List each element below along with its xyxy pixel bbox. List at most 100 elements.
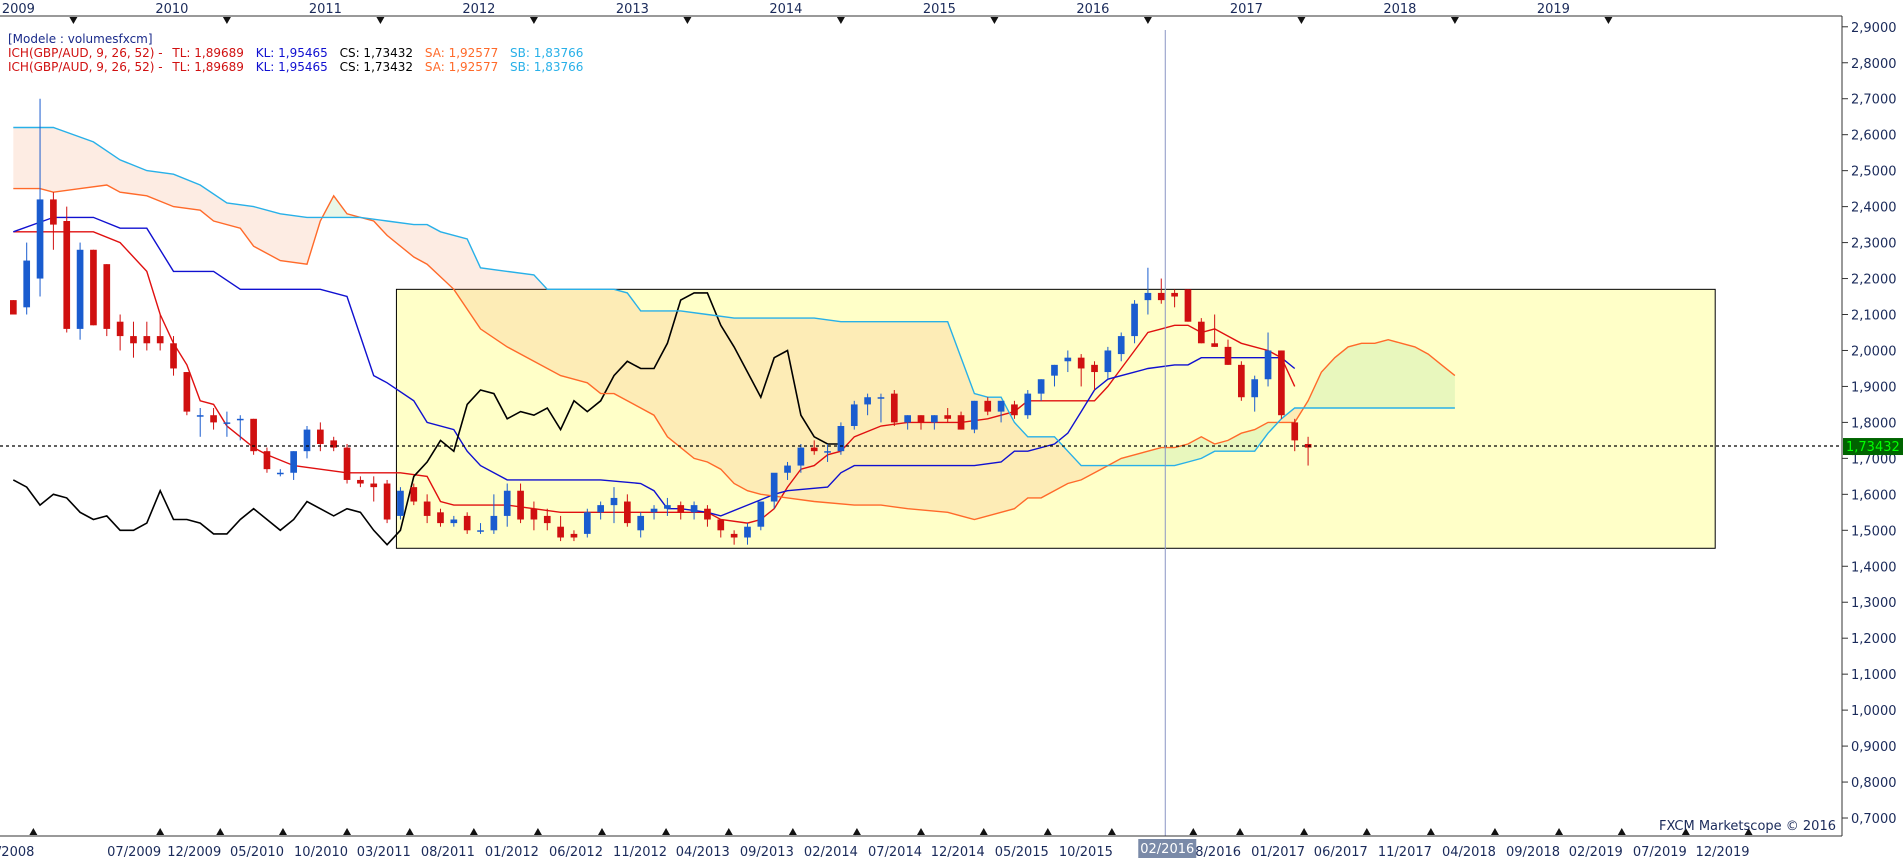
candle-body	[704, 508, 711, 520]
candle-body	[503, 490, 511, 516]
y-tick-label: 1,1000	[1851, 668, 1897, 683]
candle-body	[196, 415, 204, 417]
candle-body	[650, 508, 658, 513]
candle-body	[383, 483, 391, 520]
y-tick-label: 2,4000	[1851, 201, 1897, 216]
candle-body	[223, 422, 231, 424]
date-label: 02/2014	[804, 845, 858, 860]
candle-body	[116, 321, 124, 337]
candle-body	[570, 533, 578, 538]
candle-body	[597, 505, 604, 513]
y-tick-label: 0,7000	[1851, 812, 1897, 827]
candle-body	[850, 404, 858, 426]
ichimoku-chart[interactable]: 2,9000 2,8000 2,7000 2,6000 2,5000 2,4000 2,30…	[0, 0, 1903, 868]
date-label: 11/2012	[613, 845, 667, 860]
candle-body	[944, 415, 952, 419]
candle-body	[276, 472, 284, 475]
candle-body	[1104, 350, 1112, 373]
date-label: 01/2017	[1251, 845, 1305, 860]
date-label: 03/2011	[357, 845, 411, 860]
candle-body	[1238, 364, 1245, 398]
legend-tl: TL: 1,89689	[171, 60, 244, 74]
y-tick-label: 2,5000	[1851, 165, 1897, 180]
candle-body	[1278, 350, 1285, 416]
y-tick-label: 1,9000	[1851, 380, 1897, 395]
legend-prefix: ICH(GBP/AUD, 9, 26, 52) -	[8, 46, 166, 60]
candle-body	[677, 505, 685, 513]
legend-prefix: ICH(GBP/AUD, 9, 26, 52) -	[8, 60, 166, 74]
legend-kl: KL: 1,95465	[256, 60, 328, 74]
candle-body	[370, 483, 378, 488]
candle-body	[1291, 422, 1299, 441]
year-label: 2014	[769, 2, 802, 17]
y-tick-label: 1,3000	[1851, 596, 1897, 611]
y-tick-label: 2,6000	[1851, 129, 1897, 144]
y-tick-label: 1,4000	[1851, 560, 1897, 575]
candle-body	[1064, 357, 1072, 362]
candle-body	[343, 447, 351, 480]
price-tag-value: 1,73432	[1846, 440, 1900, 455]
price-tag: 1,73432	[1843, 438, 1903, 456]
candle-body	[1077, 357, 1085, 369]
legend-cs: CS: 1,73432	[340, 46, 413, 60]
candle-body	[10, 300, 17, 315]
legend-sb: SB: 1,83766	[510, 60, 583, 74]
candle-body	[784, 465, 791, 473]
date-label: 12/2014	[931, 845, 985, 860]
legend-tl: TL: 1,89689	[171, 46, 244, 60]
date-label: 08/2008	[0, 845, 34, 860]
year-label: 2016	[1076, 2, 1109, 17]
year-label: 2010	[155, 2, 188, 17]
date-label: 11/2017	[1378, 845, 1432, 860]
candle-body	[303, 429, 311, 452]
candle-body	[236, 418, 244, 421]
date-label: 06/2012	[549, 845, 603, 860]
candle-body	[931, 415, 938, 423]
candle-body	[877, 397, 885, 399]
year-label: 2013	[616, 2, 649, 17]
candle-body	[463, 515, 471, 531]
y-tick-label: 1,2000	[1851, 632, 1897, 647]
y-tick-label: 0,8000	[1851, 776, 1897, 791]
candle-body	[517, 490, 524, 520]
date-label: 04/2013	[676, 845, 730, 860]
candle-body	[1024, 393, 1032, 416]
year-label: 2015	[923, 2, 956, 17]
date-label: 10/2015	[1059, 845, 1113, 860]
candle-body	[971, 400, 978, 430]
candle-body	[357, 479, 364, 484]
date-label: 09/2013	[740, 845, 794, 860]
date-label: 05/2015	[995, 845, 1049, 860]
candle-body	[664, 505, 671, 509]
date-label: 04/2018	[1442, 845, 1496, 860]
date-label: 12/2009	[167, 845, 221, 860]
date-label: 02/2019	[1569, 845, 1623, 860]
candle-body	[1144, 292, 1152, 301]
date-label: 07/2009	[107, 845, 161, 860]
candle-body	[810, 447, 818, 452]
year-label: 2019	[1537, 2, 1570, 17]
candle-body	[130, 336, 137, 344]
date-label: 09/2018	[1506, 845, 1560, 860]
candle-body	[690, 505, 698, 513]
candle-body	[170, 343, 177, 369]
legend-kl: KL: 1,95465	[256, 46, 328, 60]
candle-body	[730, 533, 738, 538]
candle-body	[1171, 292, 1178, 297]
y-tick-label: 2,3000	[1851, 237, 1897, 252]
candle-body	[1037, 379, 1045, 394]
y-tick-label: 2,9000	[1851, 21, 1897, 36]
candle-body	[797, 447, 805, 466]
candle-body	[890, 393, 898, 423]
candle-body	[1051, 364, 1058, 376]
candle-body	[1264, 350, 1272, 380]
y-tick-label: 1,6000	[1851, 488, 1897, 503]
candle-body	[263, 451, 271, 470]
date-label: 07/2014	[868, 845, 922, 860]
candle-body	[423, 501, 431, 516]
candle-body	[1117, 336, 1125, 355]
date-label: 08/2011	[421, 845, 475, 860]
candle-body	[957, 415, 965, 430]
candle-body	[76, 249, 84, 329]
date-label: 10/2010	[294, 845, 348, 860]
